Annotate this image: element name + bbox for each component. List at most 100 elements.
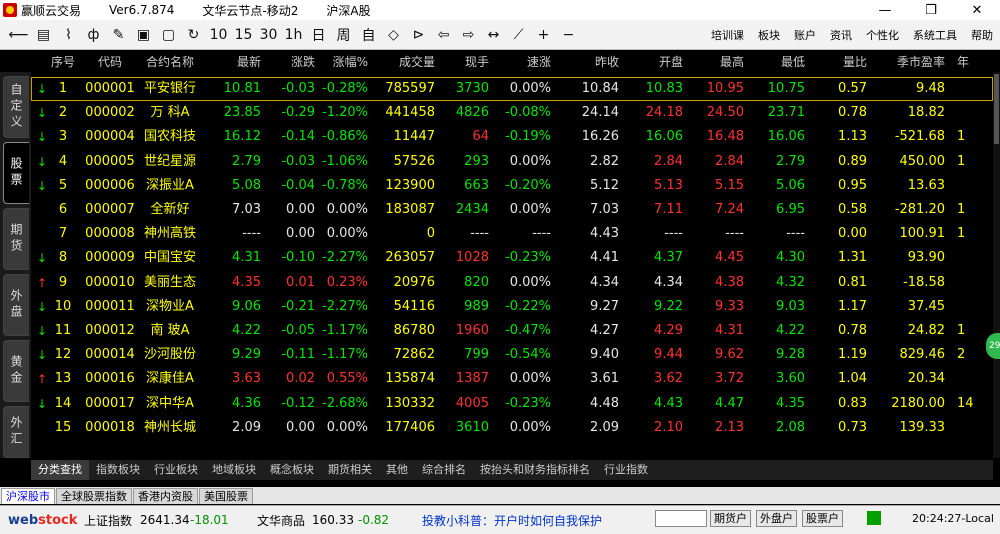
category-tab[interactable]: 按抬头和财务指标排名 [473,460,597,480]
col-change[interactable]: 涨跌 [263,50,315,74]
floating-badge[interactable]: 29 [986,333,1000,359]
table-row[interactable]: ↓ 3 000004 国农科技 16.12 -0.14 -0.86% 11447 64 -0.19… [31,125,993,149]
col-change-pct[interactable]: 涨幅% [316,50,368,74]
cell-high: 2.84 [715,153,744,169]
col-year[interactable]: 年 [957,50,993,74]
col-pe[interactable]: 季市盈率 [873,50,945,74]
col-volume-ratio[interactable]: 量比 [811,50,867,74]
market-tab[interactable]: 美国股票 [199,488,253,504]
table-row[interactable]: ↓ 5 000006 深振业A 5.08 -0.04 -0.78% 123900 663 -0.2… [31,174,993,198]
futures-account-button[interactable]: 期货户 [710,510,751,527]
foreign-account-button[interactable]: 外盘户 [756,510,797,527]
next-icon[interactable]: ⇨ [456,23,481,47]
quick-search-input[interactable] [655,510,707,527]
category-tab[interactable]: 指数板块 [89,460,147,480]
period-custom-button[interactable]: 自 [356,23,381,47]
table-row[interactable]: ↓ 11 000012 南 玻A 4.22 -0.05 -1.17% 86780 1960 -0.… [31,319,993,343]
col-high[interactable]: 最高 [685,50,744,74]
minimize-button[interactable]: — [862,0,908,20]
f10-icon[interactable]: ▣ [131,23,156,47]
line-chart-icon[interactable]: ⌇ [56,23,81,47]
col-seq[interactable]: 序号 [45,50,81,74]
period-1h-button[interactable]: 1h [281,23,306,47]
category-tab[interactable]: 行业板块 [147,460,205,480]
cell-code: 000016 [85,371,135,387]
menu-training[interactable]: 培训课 [711,27,744,43]
col-prev-close[interactable]: 昨收 [561,50,619,74]
add-icon[interactable]: + [531,23,556,47]
period-10-button[interactable]: 10 [206,23,231,47]
minus-icon[interactable]: − [556,23,581,47]
tab-gold[interactable]: 黄金 [3,340,29,402]
table-row[interactable]: ↓ 4 000005 世纪星源 2.79 -0.03 -1.06% 57526 293 0.00%… [31,150,993,174]
category-tab[interactable]: 地域板块 [205,460,263,480]
menu-personalize[interactable]: 个性化 [866,27,899,43]
tab-stocks[interactable]: 股票 [3,142,29,204]
period-week-button[interactable]: 周 [331,23,356,47]
list-icon[interactable]: ▤ [31,23,56,47]
table-row[interactable]: ↓ 10 000011 深物业A 9.06 -0.21 -2.27% 54116 989 -0.2… [31,295,993,319]
category-tab[interactable]: 综合排名 [415,460,473,480]
category-tab[interactable]: 行业指数 [597,460,655,480]
category-tab[interactable]: 期货相关 [321,460,379,480]
scrollbar-thumb[interactable] [994,74,999,144]
menu-news[interactable]: 资讯 [830,27,852,43]
menu-system-tools[interactable]: 系统工具 [913,27,957,43]
market-tab[interactable]: 沪深股市 [1,488,55,504]
table-row[interactable]: 6 000007 全新好 7.03 0.00 0.00% 183087 2434 0.00% 7.… [31,198,993,222]
table-row[interactable]: ↑ 13 000016 深康佳A 3.63 0.02 0.55% 135874 1387 0.00… [31,367,993,391]
col-code[interactable]: 代码 [83,50,137,74]
col-name[interactable]: 合约名称 [139,50,201,74]
menu-account[interactable]: 账户 [794,27,816,43]
col-low[interactable]: 最低 [747,50,805,74]
period-15-button[interactable]: 15 [231,23,256,47]
menu-sectors[interactable]: 板块 [758,27,780,43]
close-button[interactable]: ✕ [954,0,1000,20]
cell-last: 10.81 [223,81,261,96]
col-last-hand[interactable]: 现手 [441,50,489,74]
category-tab[interactable]: 其他 [379,460,415,480]
table-row[interactable]: ↓ 1 000001 平安银行 10.81 -0.03 -0.28% 785597 3730 0.… [31,77,993,101]
news-ticker[interactable]: 投教小科普：开户时如何自我保护 [422,512,602,529]
col-last[interactable]: 最新 [209,50,261,74]
category-tab[interactable]: 概念板块 [263,460,321,480]
vertical-scrollbar[interactable] [993,72,1000,458]
col-volume[interactable]: 成交量 [373,50,435,74]
tab-custom[interactable]: 自定义 [3,76,29,138]
draw-icon[interactable]: ✎ [106,23,131,47]
candlestick-icon[interactable]: ф [81,23,106,47]
cell-pe: 93.90 [907,250,945,266]
table-row[interactable]: ↓ 12 000014 沙河股份 9.29 -0.11 -1.17% 72862 799 -0.5… [31,343,993,367]
table-row[interactable]: ↓ 8 000009 中国宝安 4.31 -0.10 -2.27% 263057 1028 -0.… [31,246,993,270]
refresh-icon[interactable]: ↻ [181,23,206,47]
category-tab[interactable]: 分类查找 [31,460,89,480]
save-icon[interactable]: ▢ [156,23,181,47]
cell-name: 国农科技 [143,129,196,145]
col-speed[interactable]: 速涨 [493,50,551,74]
prev-icon[interactable]: ⇦ [431,23,456,47]
table-row[interactable]: 7 000008 神州高铁 ---- 0.00 0.00% 0 ---- ---- 4.43 ---… [31,222,993,246]
market-tab[interactable]: 全球股票指数 [56,488,132,504]
col-open[interactable]: 开盘 [623,50,683,74]
table-row[interactable]: ↑ 9 000010 美丽生态 4.35 0.01 0.23% 20976 820 0.00% 4.… [31,271,993,295]
table-row[interactable]: ↓ 14 000017 深中华A 4.36 -0.12 -2.68% 130332 4005 -0… [31,392,993,416]
back-icon[interactable]: ⟵ [6,23,31,47]
market-tab[interactable]: 香港内资股 [133,488,198,504]
zoom-icon[interactable]: ◇ [381,23,406,47]
menu-help[interactable]: 帮助 [971,27,993,43]
crosshair-icon[interactable]: ↔ [481,23,506,47]
tab-foreign[interactable]: 外盘 [3,274,29,336]
stock-account-button[interactable]: 股票户 [802,510,843,527]
tab-futures[interactable]: 期货 [3,208,29,270]
pen-line-icon[interactable]: ⟋ [506,23,531,47]
maximize-button[interactable]: ❐ [908,0,954,20]
period-30-button[interactable]: 30 [256,23,281,47]
cell-speed: -0.20% [505,177,551,193]
tab-forex[interactable]: 外汇 [3,406,29,458]
table-row[interactable]: ↓ 2 000002 万 科A 23.85 -0.29 -1.20% 441458 4826 -0… [31,101,993,125]
table-row[interactable]: 15 000018 神州长城 2.09 0.00 0.00% 177406 3610 0.00%… [31,416,993,438]
period-day-button[interactable]: 日 [306,23,331,47]
cell-name: 美丽生态 [143,274,196,290]
cell-vol: 57526 [393,153,435,169]
shrink-icon[interactable]: ⊳ [406,23,431,47]
